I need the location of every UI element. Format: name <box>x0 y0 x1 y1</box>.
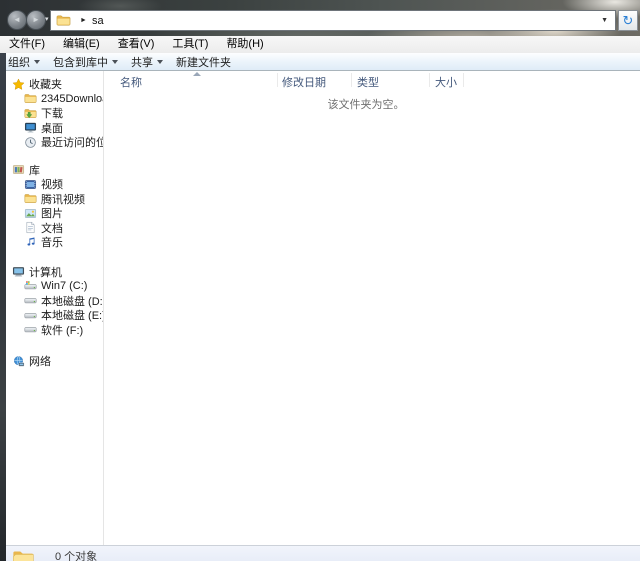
document-icon <box>24 221 37 234</box>
chevron-down-icon <box>157 59 163 64</box>
address-bar[interactable]: ► sa ▼ <box>50 10 616 31</box>
sidebar-item-pictures[interactable]: 图片 <box>6 206 103 221</box>
sidebar-item-network[interactable]: 网络 <box>6 354 103 369</box>
sidebar-item-documents[interactable]: 文档 <box>6 221 103 236</box>
sidebar-item-computer[interactable]: 计算机 <box>6 265 103 280</box>
desktop-icon <box>24 121 37 134</box>
refresh-button[interactable]: ↻ <box>618 10 638 31</box>
sidebar-item-label: 2345Downloads <box>41 92 103 105</box>
sidebar-item-recent-places[interactable]: 最近访问的位置 <box>6 135 103 150</box>
column-header-type[interactable]: 类型 <box>357 74 379 90</box>
recent-places-icon <box>24 136 37 149</box>
sidebar-item-label: Win7 (C:) <box>41 280 88 293</box>
drive-icon <box>24 309 37 322</box>
star-icon <box>12 78 25 91</box>
sidebar-item-2345downloads[interactable]: 2345Downloads <box>6 92 103 107</box>
chevron-down-icon <box>34 59 40 64</box>
share-label: 共享 <box>131 56 153 69</box>
folder-icon <box>24 92 37 105</box>
organize-button[interactable]: 组织 <box>8 54 40 70</box>
library-icon <box>12 163 25 176</box>
navigation-pane: 收藏夹 2345Downloads 下载 桌面 最近访问的位置 库 <box>6 71 104 545</box>
include-in-library-button[interactable]: 包含到库中 <box>53 54 118 70</box>
chevron-down-icon <box>112 59 118 64</box>
column-divider[interactable] <box>351 73 352 87</box>
menu-edit[interactable]: 编辑(E) <box>54 36 109 53</box>
sidebar-item-label: 本地磁盘 (E:) <box>41 310 103 323</box>
folder-icon <box>10 548 36 561</box>
sidebar-item-label: 文档 <box>41 222 63 235</box>
network-icon <box>12 355 25 368</box>
sidebar-item-drive-d[interactable]: 本地磁盘 (D:) <box>6 294 103 309</box>
sidebar-item-label: 收藏夹 <box>29 79 62 92</box>
menu-view[interactable]: 查看(V) <box>109 36 164 53</box>
explorer-window: ◄ ► ▾ ► sa ▼ ↻ 文件(F) 编辑(E) 查看(V) 工具(T) 帮… <box>0 0 640 561</box>
folder-icon <box>24 192 37 205</box>
sidebar-item-label: 桌面 <box>41 122 63 135</box>
include-in-library-label: 包含到库中 <box>53 56 108 69</box>
menu-file[interactable]: 文件(F) <box>0 36 54 53</box>
sidebar-item-label: 下载 <box>41 108 63 121</box>
window-left-border <box>0 53 6 561</box>
menu-bar: 文件(F) 编辑(E) 查看(V) 工具(T) 帮助(H) <box>0 36 640 53</box>
address-dropdown-icon[interactable]: ▼ <box>601 17 610 24</box>
sidebar-item-label: 本地磁盘 (D:) <box>41 295 103 308</box>
computer-icon <box>12 265 25 278</box>
video-icon <box>24 178 37 191</box>
empty-folder-message: 该文件夹为空。 <box>327 99 405 111</box>
details-pane: 0 个对象 <box>0 545 640 561</box>
sidebar-item-drive-e[interactable]: 本地磁盘 (E:) <box>6 308 103 323</box>
sidebar-item-label: 最近访问的位置 <box>41 137 103 150</box>
refresh-icon: ↻ <box>622 12 634 28</box>
sidebar-item-drive-f[interactable]: 软件 (F:) <box>6 323 103 338</box>
sidebar-item-tencent-video[interactable]: 腾讯视频 <box>6 192 103 207</box>
drive-icon <box>24 294 37 307</box>
drive-icon <box>24 323 37 336</box>
forward-button[interactable]: ► <box>26 10 46 30</box>
download-folder-icon <box>24 107 37 120</box>
column-header-size[interactable]: 大小 <box>435 74 457 90</box>
column-header-name[interactable]: 名称 <box>120 74 142 90</box>
sidebar-item-label: 计算机 <box>29 266 62 279</box>
picture-icon <box>24 207 37 220</box>
sidebar-item-label: 视频 <box>41 179 63 192</box>
column-divider[interactable] <box>277 73 278 87</box>
sidebar-item-libraries[interactable]: 库 <box>6 163 103 178</box>
breadcrumb-arrow-icon[interactable]: ► <box>80 17 87 24</box>
new-folder-label: 新建文件夹 <box>176 56 231 69</box>
forward-icon: ► <box>32 15 40 24</box>
system-drive-icon <box>24 280 37 293</box>
sidebar-item-desktop[interactable]: 桌面 <box>6 121 103 136</box>
sidebar-item-label: 音乐 <box>41 237 63 250</box>
folder-icon <box>56 13 71 28</box>
column-divider[interactable] <box>463 73 464 87</box>
sidebar-item-downloads[interactable]: 下载 <box>6 106 103 121</box>
new-folder-button[interactable]: 新建文件夹 <box>176 54 231 70</box>
sidebar-item-music[interactable]: 音乐 <box>6 235 103 250</box>
item-count: 0 个对象 <box>55 551 98 561</box>
sidebar-item-label: 库 <box>29 164 40 177</box>
recent-pages-dropdown[interactable]: ▾ <box>45 15 49 23</box>
organize-label: 组织 <box>8 56 30 69</box>
sidebar-item-favorites[interactable]: 收藏夹 <box>6 77 103 92</box>
music-icon <box>24 236 37 249</box>
sidebar-item-label: 软件 (F:) <box>41 324 84 337</box>
sidebar-item-videos[interactable]: 视频 <box>6 177 103 192</box>
sort-ascending-icon <box>193 72 201 76</box>
back-button[interactable]: ◄ <box>7 10 27 30</box>
back-icon: ◄ <box>13 15 21 24</box>
menu-help[interactable]: 帮助(H) <box>217 36 272 53</box>
share-button[interactable]: 共享 <box>131 54 163 70</box>
command-toolbar: 组织 包含到库中 共享 新建文件夹 <box>0 53 640 71</box>
column-divider[interactable] <box>429 73 430 87</box>
sidebar-item-label: 网络 <box>29 356 51 369</box>
sidebar-item-label: 图片 <box>41 208 63 221</box>
column-header-row: 名称 修改日期 类型 大小 <box>104 71 640 89</box>
column-header-date-modified[interactable]: 修改日期 <box>282 74 326 90</box>
main-area: 收藏夹 2345Downloads 下载 桌面 最近访问的位置 库 <box>6 71 640 545</box>
menu-tools[interactable]: 工具(T) <box>163 36 217 53</box>
breadcrumb[interactable]: sa <box>92 15 104 27</box>
sidebar-item-drive-c[interactable]: Win7 (C:) <box>6 279 103 294</box>
sidebar-item-label: 腾讯视频 <box>41 193 85 206</box>
